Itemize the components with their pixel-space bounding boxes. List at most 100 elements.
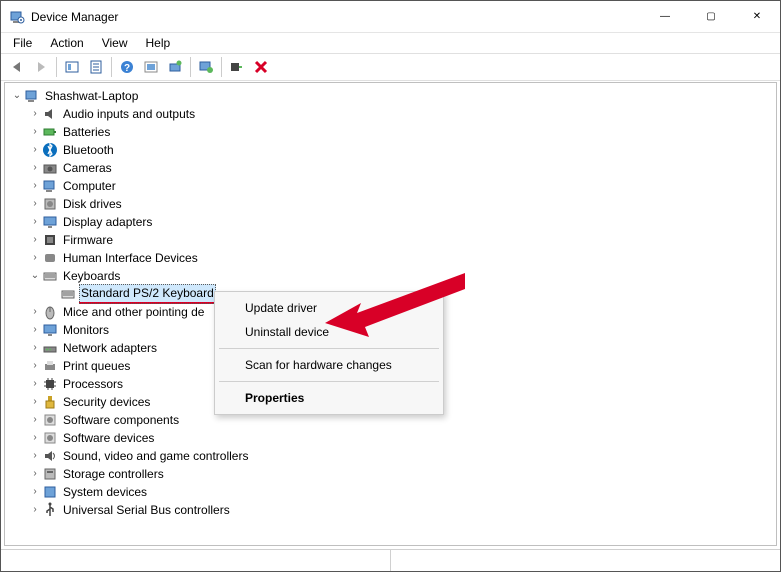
tree-item-label[interactable]: Shashwat-Laptop [43, 87, 140, 105]
menu-file[interactable]: File [5, 34, 40, 52]
forward-button[interactable] [29, 55, 53, 79]
tree-row[interactable]: › Sound, video and game controllers [9, 447, 776, 465]
chevron-right-icon[interactable]: › [29, 429, 41, 447]
titlebar: Device Manager — ▢ ✕ [1, 1, 780, 33]
disk-icon [42, 196, 58, 212]
tree-item-label[interactable]: Bluetooth [61, 141, 116, 159]
update-driver-button[interactable] [139, 55, 163, 79]
menu-action[interactable]: Action [42, 34, 91, 52]
audio-icon [42, 106, 58, 122]
tree-item-label[interactable]: Software devices [61, 429, 156, 447]
chevron-right-icon[interactable]: › [29, 375, 41, 393]
uninstall-button[interactable] [249, 55, 273, 79]
tree-item-label[interactable]: Monitors [61, 321, 111, 339]
tree-item-label[interactable]: Keyboards [61, 267, 122, 285]
tree-item-label[interactable]: Security devices [61, 393, 152, 411]
tree-item-label[interactable]: System devices [61, 483, 149, 501]
show-hidden-button[interactable] [60, 55, 84, 79]
system-icon [42, 484, 58, 500]
tree-item-label[interactable]: Computer [61, 177, 118, 195]
tree-item-label[interactable]: Standard PS/2 Keyboard [79, 284, 216, 304]
printer-icon [42, 358, 58, 374]
monitor-button[interactable] [194, 55, 218, 79]
chevron-right-icon[interactable]: › [29, 483, 41, 501]
help-button[interactable]: ? [115, 55, 139, 79]
chevron-right-icon[interactable]: › [29, 447, 41, 465]
display-icon [42, 214, 58, 230]
bluetooth-icon [42, 142, 58, 158]
tree-row[interactable]: › Display adapters [9, 213, 776, 231]
tree-row[interactable]: › Cameras [9, 159, 776, 177]
tree-item-label[interactable]: Print queues [61, 357, 132, 375]
tree-item-label[interactable]: Sound, video and game controllers [61, 447, 250, 465]
menu-help[interactable]: Help [138, 34, 179, 52]
context-menu-item[interactable]: Update driver [217, 296, 441, 320]
chevron-right-icon[interactable]: › [29, 231, 41, 249]
chevron-right-icon[interactable]: › [29, 213, 41, 231]
tree-item-label[interactable]: Mice and other pointing de [61, 303, 206, 321]
chevron-right-icon[interactable]: › [29, 303, 41, 321]
properties-button[interactable] [84, 55, 108, 79]
chevron-right-icon[interactable]: › [29, 501, 41, 519]
tree-row[interactable]: › System devices [9, 483, 776, 501]
tree-item-label[interactable]: Software components [61, 411, 181, 429]
tree-row[interactable]: › Universal Serial Bus controllers [9, 501, 776, 519]
add-legacy-button[interactable] [225, 55, 249, 79]
software-icon [42, 430, 58, 446]
window-controls: — ▢ ✕ [642, 1, 780, 32]
menu-view[interactable]: View [94, 34, 136, 52]
tree-row[interactable]: › Human Interface Devices [9, 249, 776, 267]
tree-row[interactable]: › Software devices [9, 429, 776, 447]
tree-item-label[interactable]: Audio inputs and outputs [61, 105, 197, 123]
maximize-button[interactable]: ▢ [688, 1, 734, 32]
chevron-right-icon[interactable]: › [29, 105, 41, 123]
chevron-right-icon[interactable]: › [29, 321, 41, 339]
tree-row[interactable]: › Audio inputs and outputs [9, 105, 776, 123]
tree-item-label[interactable]: Universal Serial Bus controllers [61, 501, 232, 519]
chevron-right-icon[interactable]: › [29, 159, 41, 177]
scan-hardware-button[interactable] [163, 55, 187, 79]
status-panel-right [391, 550, 780, 571]
tree-row[interactable]: ⌄ Shashwat-Laptop [9, 87, 776, 105]
tree-item-label[interactable]: Firmware [61, 231, 115, 249]
tree-item-label[interactable]: Disk drives [61, 195, 124, 213]
chevron-right-icon[interactable]: › [29, 465, 41, 483]
storage-icon [42, 466, 58, 482]
tree-row[interactable]: › Firmware [9, 231, 776, 249]
chevron-right-icon[interactable]: › [29, 339, 41, 357]
computer-icon [24, 88, 40, 104]
context-menu-item[interactable]: Properties [217, 386, 441, 410]
tree-row[interactable]: › Storage controllers [9, 465, 776, 483]
chevron-down-icon[interactable]: ⌄ [29, 267, 41, 285]
chevron-right-icon[interactable]: › [29, 177, 41, 195]
chevron-right-icon[interactable]: › [29, 141, 41, 159]
app-icon [9, 9, 25, 25]
chevron-right-icon[interactable]: › [29, 357, 41, 375]
chevron-right-icon[interactable]: › [29, 393, 41, 411]
context-menu-item[interactable]: Uninstall device [217, 320, 441, 344]
tree-row[interactable]: › Bluetooth [9, 141, 776, 159]
tree-item-label[interactable]: Network adapters [61, 339, 159, 357]
tree-row[interactable]: ⌄ Keyboards [9, 267, 776, 285]
chevron-right-icon[interactable]: › [29, 249, 41, 267]
context-menu-item[interactable]: Scan for hardware changes [217, 353, 441, 377]
computer-icon [42, 178, 58, 194]
chevron-right-icon[interactable]: › [29, 123, 41, 141]
chevron-right-icon[interactable]: › [29, 195, 41, 213]
tree-item-label[interactable]: Storage controllers [61, 465, 166, 483]
chevron-down-icon[interactable]: ⌄ [11, 87, 23, 105]
back-button[interactable] [5, 55, 29, 79]
battery-icon [42, 124, 58, 140]
tree-item-label[interactable]: Batteries [61, 123, 112, 141]
tree-item-label[interactable]: Cameras [61, 159, 114, 177]
tree-item-label[interactable]: Human Interface Devices [61, 249, 200, 267]
tree-row[interactable]: › Computer [9, 177, 776, 195]
tree-item-label[interactable]: Display adapters [61, 213, 154, 231]
tree-item-label[interactable]: Processors [61, 375, 125, 393]
close-button[interactable]: ✕ [734, 1, 780, 32]
minimize-button[interactable]: — [642, 1, 688, 32]
chevron-right-icon[interactable]: › [29, 411, 41, 429]
context-menu-separator [219, 348, 439, 349]
tree-row[interactable]: › Batteries [9, 123, 776, 141]
tree-row[interactable]: › Disk drives [9, 195, 776, 213]
